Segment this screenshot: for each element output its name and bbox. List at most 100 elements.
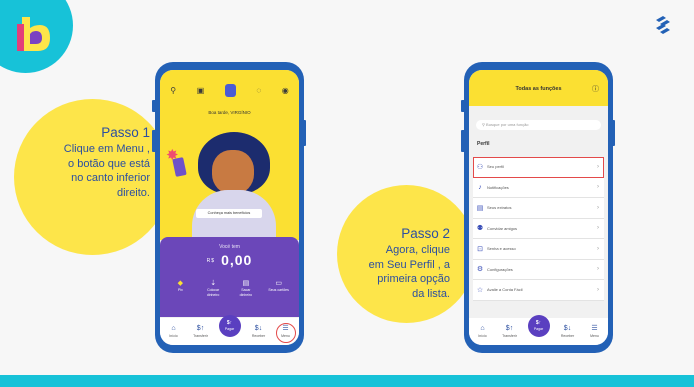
menu-header: Todas as funções ⓘ — [469, 70, 608, 106]
chevron-right-icon: › — [597, 184, 599, 191]
chevron-right-icon: › — [597, 266, 599, 273]
list-item-label: Avalie a Conta Fácil — [487, 287, 523, 293]
list-item-label: Seus extratos — [487, 205, 512, 211]
step2-line: em Seu Perfil , a — [368, 258, 450, 271]
help-icon[interactable]: ⓘ — [592, 84, 599, 94]
currency-label: R$ — [206, 258, 216, 265]
balance-value: R$ 0,00 — [160, 252, 299, 268]
balance-label: Vocé tem — [219, 244, 240, 250]
step1-title: Passo 1 — [101, 125, 150, 140]
profile-list: ⚇ Seu perfil › ♪ Notificações › ▤ Seus extrat… — [473, 157, 604, 301]
list-item-seu-perfil[interactable]: ⚇ Seu perfil › — [473, 157, 604, 178]
withdraw-icon: ▤ — [242, 280, 250, 287]
nav-receive[interactable]: $↓ Receber — [559, 325, 577, 339]
slide: Passo 1 Clique em Menu , o botão que est… — [0, 0, 694, 387]
search-input[interactable]: ⚲ Busque por uma função — [476, 120, 601, 130]
user-icon: ⚇ — [476, 163, 484, 171]
illustration-face — [212, 150, 254, 194]
lock-icon: ⊡ — [477, 245, 483, 253]
phone2: Todas as funções ⓘ ⚲ Busque por uma funç… — [464, 62, 613, 353]
pix-icon: ◆ — [177, 280, 184, 287]
nav-label: Pagar — [533, 326, 544, 331]
nav-pay-button[interactable]: $↑ Pagar — [527, 314, 550, 337]
phone1-screen: ⚲ ▣ ◌ ◉ Boa tarde, VIRGÍNIO ✸ Conheça ma… — [160, 70, 299, 345]
list-item[interactable]: ⚉ Convidar amigos › — [473, 218, 604, 239]
menu-icon: ☰ — [591, 324, 598, 332]
list-item[interactable]: ☆ Avalie a Conta Fácil › — [473, 280, 604, 301]
section-title: Perfil — [477, 141, 490, 147]
quick-actions: ◆ Pix ⇣ Colocar dinheiro ▤ Sacar dinheiro ▭… — [164, 279, 295, 298]
chevron-right-icon: › — [597, 163, 599, 170]
nav-label: Início — [169, 333, 178, 338]
nav-transfer[interactable]: $↑ Transferir — [192, 325, 210, 339]
step2-title: Passo 2 — [401, 226, 450, 241]
banco-brasil-icon — [656, 16, 670, 34]
search-placeholder: Busque por uma função — [486, 122, 529, 127]
action-label: Colocar dinheiro — [206, 288, 220, 297]
b-logo-icon — [17, 17, 50, 51]
receive-icon: $↓ — [254, 324, 263, 332]
list-item[interactable]: ⚙ Configurações › — [473, 259, 604, 280]
bell-icon: ♪ — [478, 183, 482, 191]
menu-title: Todas as funções — [515, 86, 562, 92]
step2-text: Passo 2 Agora, clique em Seu Perfil , a … — [320, 225, 450, 301]
phone2-screen: Todas as funções ⓘ ⚲ Busque por uma funç… — [469, 70, 608, 345]
nav-label: Transferir — [193, 333, 208, 338]
greeting-text: Boa tarde, VIRGÍNIO — [208, 110, 251, 115]
nav-menu[interactable]: ☰ Menu — [586, 325, 604, 339]
bottom-accent-bar — [0, 375, 694, 387]
nav-receive[interactable]: $↓ Receber — [250, 325, 268, 339]
home-icon: ⌂ — [480, 324, 485, 332]
step1-line: direito. — [116, 186, 150, 199]
action-label: Sacar dinheiro — [239, 288, 253, 297]
home-icon: ⌂ — [171, 324, 176, 332]
nav-label: Transferir — [502, 333, 517, 338]
list-item[interactable]: ♪ Notificações › — [473, 177, 604, 198]
home-header: ⚲ ▣ ◌ ◉ Boa tarde, VIRGÍNIO ✸ Conheça ma… — [160, 70, 299, 240]
accounts-icon: ▭ — [275, 280, 282, 287]
step2-line: primeira opção — [377, 273, 450, 285]
balance-card: Vocé tem R$ 0,00 ◆ Pix ⇣ Colocar dinheiro ▤… — [160, 237, 299, 317]
menu-highlight-ring — [276, 323, 296, 343]
illustration-phone — [172, 157, 187, 177]
nav-home[interactable]: ⌂ Início — [474, 325, 492, 339]
receipt-icon: ▤ — [476, 204, 484, 212]
action-pix[interactable]: ◆ Pix — [169, 279, 191, 298]
nav-label: Pagar — [224, 326, 235, 331]
list-item[interactable]: ⊡ Senha e acesso › — [473, 239, 604, 260]
list-item[interactable]: ▤ Seus extratos › — [473, 198, 604, 219]
nav-label: Receber — [251, 333, 266, 338]
action-cards[interactable]: ▭ Seus cartões — [268, 279, 290, 298]
list-item-label: Senha e acesso — [487, 246, 516, 252]
wallet-icon[interactable]: ▣ — [197, 86, 205, 95]
profile-icon[interactable]: ⚲ — [170, 86, 176, 95]
step2-line: da lista. — [412, 287, 450, 300]
list-item-label: Convidar amigos — [487, 225, 518, 231]
nav-pay-button[interactable]: $↑ Pagar — [218, 314, 241, 337]
star-icon: ☆ — [476, 286, 484, 294]
nav-home[interactable]: ⌂ Início — [165, 325, 183, 339]
nav-label: Menu — [590, 333, 599, 338]
gear-icon: ⚙ — [476, 266, 484, 274]
chevron-right-icon: › — [597, 245, 599, 252]
list-item-label: Notificações — [487, 184, 509, 190]
nav-transfer[interactable]: $↑ Transferir — [501, 325, 519, 339]
action-withdraw[interactable]: ▤ Sacar dinheiro — [235, 279, 257, 298]
action-deposit[interactable]: ⇣ Colocar dinheiro — [202, 279, 224, 298]
promo-banner[interactable]: Conheça mais benefícios — [196, 209, 262, 218]
transfer-icon: $↑ — [196, 324, 205, 332]
people-icon: ⚉ — [476, 225, 484, 233]
phone1: ⚲ ▣ ◌ ◉ Boa tarde, VIRGÍNIO ✸ Conheça ma… — [155, 62, 304, 353]
eye-icon[interactable]: ◉ — [282, 86, 289, 95]
step2-line: Agora, clique — [385, 244, 450, 256]
nav-label: Receber — [560, 333, 575, 338]
deposit-icon: ⇣ — [210, 280, 217, 287]
step1-line: Clique em Menu , — [63, 143, 150, 155]
home-topbar: ⚲ ▣ ◌ ◉ — [160, 84, 299, 97]
action-label: Seus cartões — [268, 288, 289, 292]
receive-icon: $↓ — [563, 324, 572, 332]
chevron-right-icon: › — [597, 204, 599, 211]
step1-line: no canto inferior — [71, 172, 150, 184]
step1-line: o botão que está — [68, 157, 150, 170]
chat-icon[interactable]: ◌ — [256, 86, 261, 95]
